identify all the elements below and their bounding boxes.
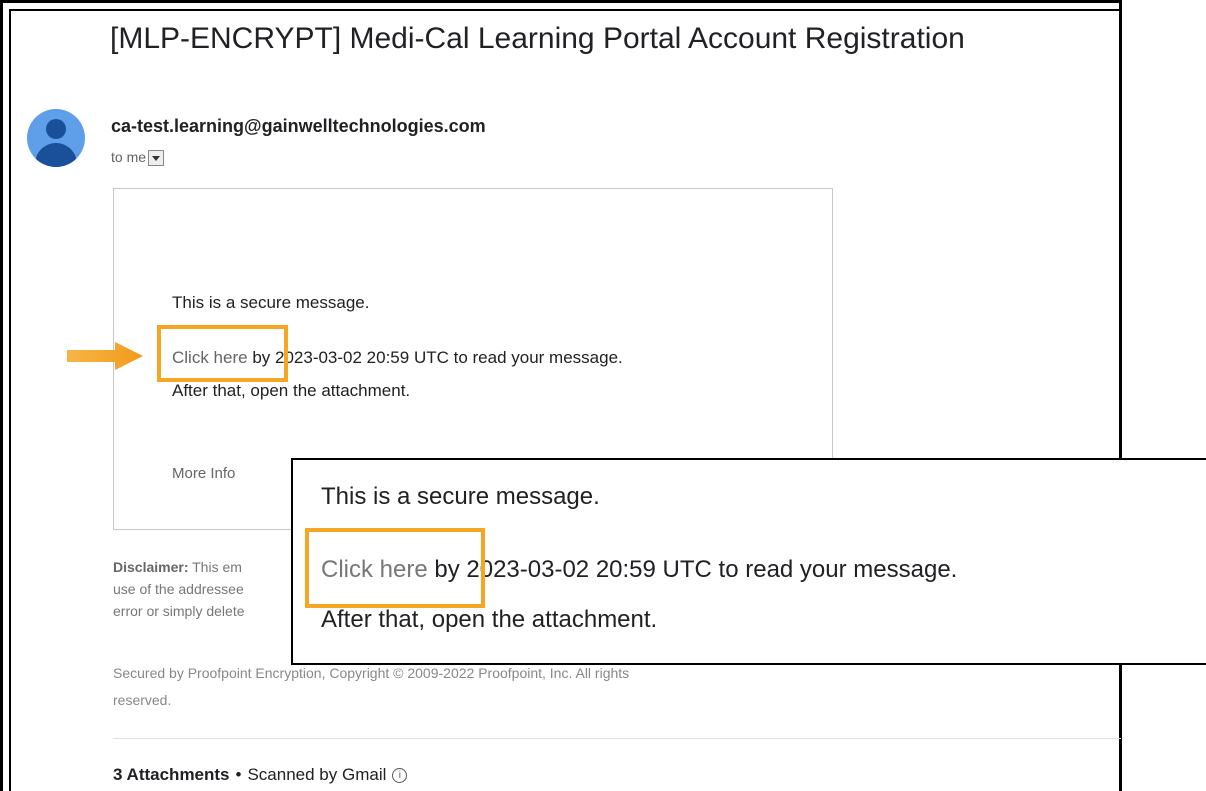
- zoom-highlight-box: [305, 528, 485, 608]
- separator-dot: •: [235, 765, 242, 784]
- secure-message-text: This is a secure message.: [172, 293, 370, 312]
- pointer-arrow-icon: [67, 342, 143, 370]
- deadline-text: by 2023-03-02 20:59 UTC to read your mes…: [247, 348, 623, 367]
- divider: [113, 738, 1121, 739]
- encryption-footer: Secured by Proofpoint Encryption, Copyri…: [113, 660, 833, 714]
- attachments-count[interactable]: 3 Attachments: [113, 765, 230, 785]
- highlight-box: [157, 325, 288, 382]
- frame-border-top: [9, 9, 1119, 11]
- info-icon[interactable]: i: [392, 767, 408, 783]
- disclaimer-text-1: This em: [192, 559, 242, 575]
- rights-reserved-text: reserved.: [113, 692, 172, 708]
- zoomed-callout: This is a secure message. Click here by …: [291, 458, 1206, 665]
- recipient-line: to me: [111, 149, 165, 166]
- open-attachment-text: After that, open the attachment.: [172, 381, 411, 400]
- email-subject: [MLP-ENCRYPT] Medi-Cal Learning Portal A…: [110, 22, 965, 55]
- scanned-by-gmail: Scanned by Gmail: [247, 765, 387, 784]
- sender-email[interactable]: ca-test.learning@gainwelltechnologies.co…: [111, 116, 486, 137]
- disclaimer-label: Disclaimer:: [113, 559, 189, 575]
- recipient-label: to me: [111, 149, 147, 165]
- more-info-link[interactable]: More Info: [172, 465, 235, 482]
- zoom-deadline-text: by 2023-03-02 20:59 UTC to read your mes…: [427, 556, 958, 583]
- frame-border-left: [9, 9, 11, 791]
- show-details-dropdown-icon[interactable]: [148, 150, 165, 166]
- attachments-bar: 3 Attachments • Scanned by Gmail i: [113, 765, 408, 785]
- person-avatar-icon: [27, 109, 85, 167]
- zoom-open-attachment-text: After that, open the attachment.: [321, 606, 658, 633]
- zoom-secure-message-text: This is a secure message.: [321, 483, 600, 510]
